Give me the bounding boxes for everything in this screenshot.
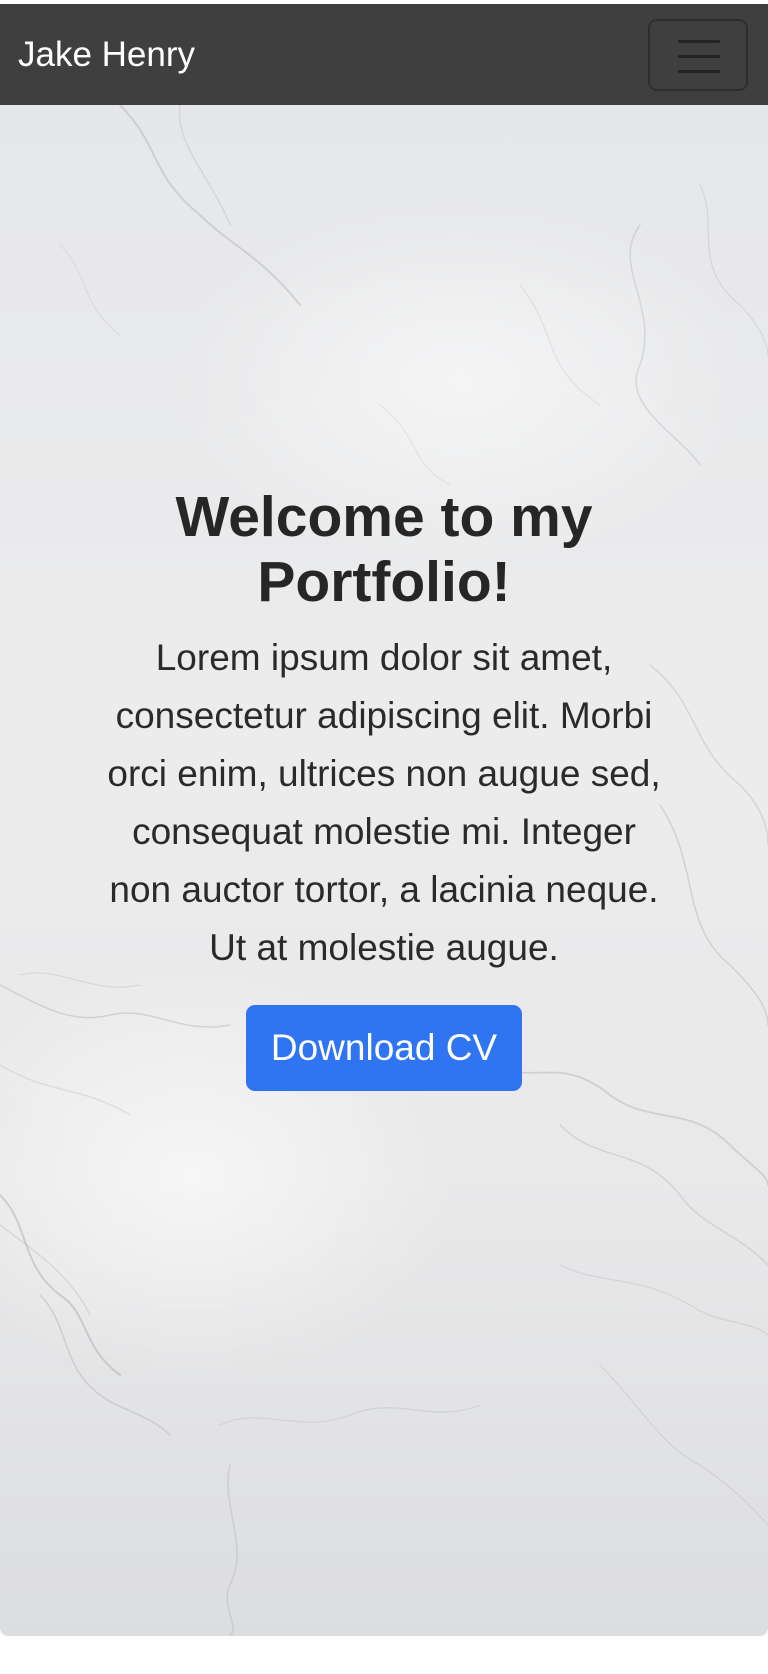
hamburger-menu-icon [678,40,720,73]
download-cv-button[interactable]: Download CV [246,1005,522,1091]
hero-description: Lorem ipsum dolor sit amet, consectetur … [107,637,661,968]
hero-title: Welcome to my Portfolio! [175,485,593,614]
brand-link[interactable]: Jake Henry [18,34,195,76]
menu-toggle-button[interactable] [648,19,748,91]
top-navbar: Jake Henry [0,4,768,105]
hero-section: Welcome to my Portfolio! Lorem ipsum dol… [0,105,768,1636]
hero-content: Welcome to my Portfolio! Lorem ipsum dol… [100,485,668,1091]
page: Jake Henry Welcome to my Portfolio! Lore… [0,0,768,1674]
